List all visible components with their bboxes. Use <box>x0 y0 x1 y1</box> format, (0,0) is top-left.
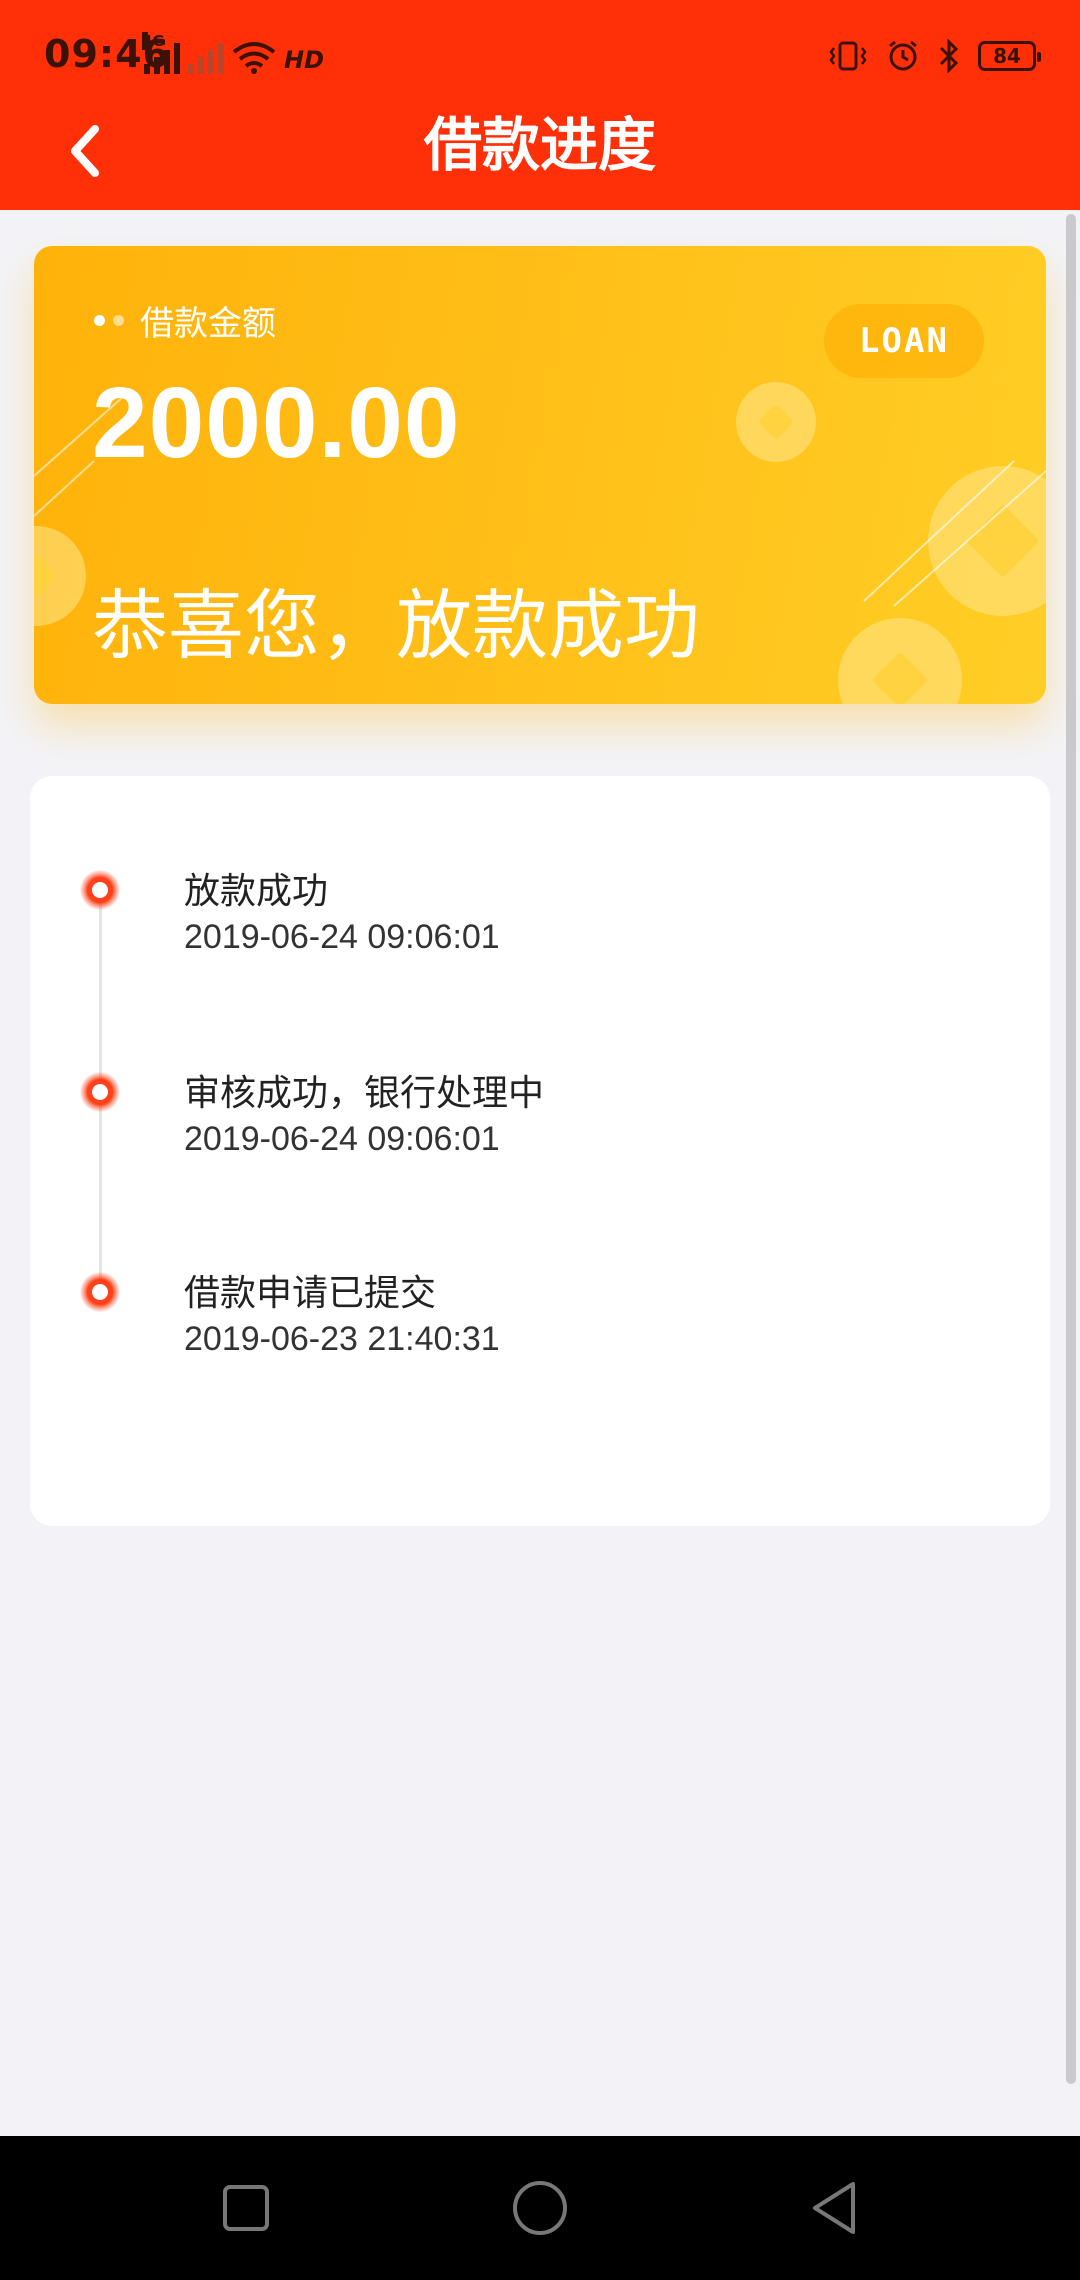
timeline-item: 借款申请已提交 2019-06-23 21:40:31 <box>30 1250 1050 1370</box>
home-button[interactable] <box>498 2166 582 2250</box>
loan-amount-card: 借款金额 2000.00 恭喜您，放款成功 LOAN <box>34 246 1046 704</box>
home-icon <box>513 2181 567 2235</box>
system-back-button[interactable] <box>792 2166 876 2250</box>
network-tag: 4G <box>142 32 165 50</box>
hd-icon: HD <box>284 46 325 74</box>
coin-decoration <box>928 466 1046 616</box>
timeline-time: 2019-06-23 21:40:31 <box>184 1320 500 1358</box>
dot-icon <box>113 315 124 326</box>
alarm-icon <box>889 40 917 71</box>
coin-decoration <box>34 526 86 626</box>
timeline-title: 审核成功，银行处理中 <box>184 1073 545 1114</box>
timeline-dot-icon <box>80 1272 120 1312</box>
timeline-time: 2019-06-24 09:06:01 <box>184 918 500 956</box>
timeline-dot-icon <box>80 870 120 910</box>
loan-status-message: 恭喜您，放款成功 <box>92 581 700 670</box>
coin-decoration <box>838 618 962 704</box>
page-title: 借款进度 <box>423 111 656 179</box>
timeline-title: 借款申请已提交 <box>184 1273 437 1314</box>
signal-icon: 4G <box>142 32 180 74</box>
loan-badge: LOAN <box>824 304 984 378</box>
scrollbar[interactable] <box>1066 214 1076 2084</box>
timeline-title: 放款成功 <box>184 871 329 912</box>
wifi-icon <box>232 42 276 74</box>
amount-label: 借款金额 <box>140 304 276 344</box>
system-nav-bar <box>0 2136 1080 2280</box>
back-icon <box>813 2182 855 2234</box>
coin-decoration <box>736 382 816 462</box>
progress-timeline: 放款成功 2019-06-24 09:06:01 审核成功，银行处理中 2019… <box>30 776 1050 1526</box>
status-right-icons: 84 <box>828 36 1041 76</box>
signal-off-icon <box>188 42 224 74</box>
vibrate-icon <box>829 41 867 71</box>
battery-icon: 84 <box>978 41 1041 71</box>
status-bar: 09:46 4G HD 84 <box>0 0 1080 110</box>
timeline-item: 审核成功，银行处理中 2019-06-24 09:06:01 <box>30 1050 1050 1170</box>
timeline-dot-icon <box>80 1072 120 1112</box>
nav-header: 借款进度 <box>0 110 1080 210</box>
status-left-icons: 4G HD <box>142 32 325 74</box>
loan-amount: 2000.00 <box>92 367 461 479</box>
bluetooth-icon <box>939 39 959 73</box>
dot-icon <box>94 315 105 326</box>
timeline-time: 2019-06-24 09:06:01 <box>184 1120 500 1158</box>
amount-label-row: 借款金额 <box>94 296 276 345</box>
timeline-item: 放款成功 2019-06-24 09:06:01 <box>30 848 1050 968</box>
recent-apps-button[interactable] <box>204 2166 288 2250</box>
recent-apps-icon <box>223 2185 269 2231</box>
